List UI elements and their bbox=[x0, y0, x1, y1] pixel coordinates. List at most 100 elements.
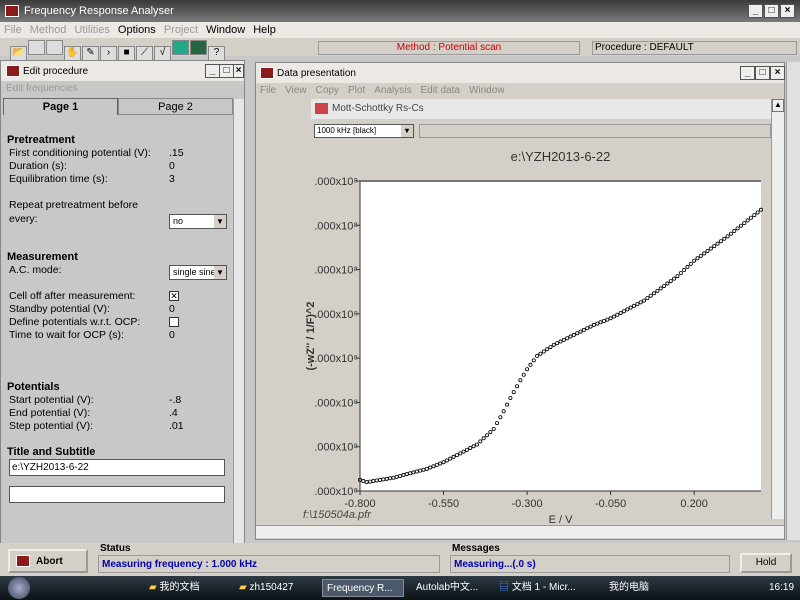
ocp-checkbox[interactable] bbox=[169, 317, 179, 327]
open-icon[interactable]: 📂 bbox=[10, 46, 27, 61]
tool-icon[interactable]: ⟋ bbox=[136, 46, 153, 61]
procedure-indicator: Procedure : DEFAULT bbox=[592, 41, 797, 55]
dp-menu-window[interactable]: Window bbox=[469, 85, 505, 96]
monitor-icon[interactable] bbox=[172, 40, 189, 55]
standby-value[interactable]: 0 bbox=[169, 303, 175, 315]
close-button[interactable]: × bbox=[780, 4, 795, 18]
maximize-button[interactable]: □ bbox=[764, 4, 779, 18]
step-potential-label: Step potential (V): bbox=[9, 420, 94, 432]
tab-page-1[interactable]: Page 1 bbox=[3, 98, 118, 115]
panel-minimize-button[interactable]: _ bbox=[205, 64, 220, 78]
data-presentation-window: Data presentation _ □ × File View Copy Plot… bbox=[255, 62, 785, 540]
dp-menu-copy[interactable]: Copy bbox=[316, 85, 339, 96]
wait-ocp-value[interactable]: 0 bbox=[169, 329, 175, 341]
panel-scrollbar[interactable] bbox=[233, 99, 244, 544]
monitor2-icon[interactable] bbox=[190, 40, 207, 55]
cell-off-checkbox[interactable]: ✕ bbox=[169, 291, 179, 301]
status-text: Measuring frequency : 1.000 kHz bbox=[98, 555, 440, 573]
first-potential-label: First conditioning potential (V): bbox=[9, 147, 151, 159]
hold-button[interactable]: Hold bbox=[740, 553, 792, 573]
taskbar: ▰ 我的文档 ▰ zh150427 Frequency R... Autolab… bbox=[0, 576, 800, 600]
start-potential-label: Start potential (V): bbox=[9, 394, 94, 406]
taskbar-label: zh150427 bbox=[249, 582, 294, 593]
minimize-button[interactable]: _ bbox=[748, 4, 763, 18]
potentials-heading: Potentials bbox=[7, 381, 60, 393]
title-input[interactable]: e:\YZH2013-6-22 bbox=[9, 459, 225, 476]
taskbar-item-active[interactable]: Frequency R... bbox=[322, 579, 404, 597]
cell-off-label: Cell off after measurement: bbox=[9, 290, 136, 302]
menu-utilities[interactable]: Utilities bbox=[74, 24, 109, 36]
taskbar-label: 我的文档 bbox=[159, 582, 200, 593]
taskbar-item[interactable]: ▰ 我的文档 bbox=[145, 579, 199, 597]
edit-procedure-panel: Edit procedure _ □ × Edit frequencies Pa… bbox=[0, 60, 245, 545]
dp-minimize-button[interactable]: _ bbox=[740, 66, 755, 80]
taskbar-item[interactable]: ▤ 文档 1 - Micr... bbox=[495, 579, 576, 597]
y-tick-label: .000x10⁸ bbox=[314, 486, 358, 498]
plot-area bbox=[360, 181, 761, 491]
duration-value[interactable]: 0 bbox=[169, 160, 175, 172]
word-icon: ▤ bbox=[499, 582, 509, 593]
dp-menu-view[interactable]: View bbox=[285, 85, 307, 96]
y-axis-label: (-wZ'' / 1/F)^2 bbox=[305, 301, 317, 370]
dropdown-arrow-icon: ▼ bbox=[214, 215, 226, 228]
equilibration-value[interactable]: 3 bbox=[169, 173, 175, 185]
menu-method[interactable]: Method bbox=[30, 24, 67, 36]
dp-menu-analysis[interactable]: Analysis bbox=[374, 85, 411, 96]
messages-label: Messages bbox=[452, 543, 500, 554]
app-title: Frequency Response Analyser bbox=[24, 5, 174, 17]
plot-icon[interactable]: √ bbox=[154, 46, 171, 61]
stop-icon[interactable]: ■ bbox=[118, 46, 135, 61]
abort-button[interactable]: Abort bbox=[8, 549, 88, 573]
dp-maximize-button[interactable]: □ bbox=[755, 66, 770, 80]
repeat-select[interactable]: no ▼ bbox=[169, 214, 227, 229]
app-toolbar: 📂 ✋ ✎ › ■ ⟋ √? Method : Potential scan Procedu… bbox=[0, 38, 800, 61]
menu-options[interactable]: Options bbox=[118, 24, 156, 36]
equilibration-label: Equilibration time (s): bbox=[9, 173, 108, 185]
folder-icon: ▰ bbox=[149, 582, 157, 593]
tab-page-2[interactable]: Page 2 bbox=[118, 98, 233, 115]
ac-mode-select[interactable]: single sine ▼ bbox=[169, 265, 227, 280]
y-tick-label: .000x10⁸ bbox=[314, 265, 358, 277]
panel-title: Edit procedure bbox=[23, 66, 89, 77]
dp-menu-edit-data[interactable]: Edit data bbox=[420, 85, 459, 96]
chart-title: e:\YZH2013-6-22 bbox=[511, 149, 611, 164]
menu-project[interactable]: Project bbox=[164, 24, 198, 36]
taskbar-item[interactable]: ▰ zh150427 bbox=[235, 579, 293, 597]
method-indicator: Method : Potential scan bbox=[318, 41, 580, 55]
save-icon[interactable] bbox=[28, 40, 45, 55]
start-button[interactable] bbox=[8, 577, 30, 599]
ac-mode-label: A.C. mode: bbox=[9, 264, 62, 276]
play-icon[interactable]: › bbox=[100, 46, 117, 61]
dp-scrollbar[interactable]: ▲ bbox=[771, 99, 784, 519]
save-as-icon[interactable] bbox=[46, 40, 63, 55]
panel-close-button[interactable]: × bbox=[233, 64, 244, 78]
end-potential-value[interactable]: .4 bbox=[169, 407, 178, 419]
dp-menubar: File View Copy Plot Analysis Edit data Window bbox=[260, 85, 514, 96]
first-potential-value[interactable]: .15 bbox=[169, 147, 184, 159]
panel-maximize-button[interactable]: □ bbox=[219, 64, 234, 78]
edit-icon[interactable]: ✎ bbox=[82, 46, 99, 61]
taskbar-item[interactable]: 我的电脑 bbox=[605, 579, 649, 597]
menu-file[interactable]: File bbox=[4, 24, 22, 36]
step-potential-value[interactable]: .01 bbox=[169, 420, 184, 432]
dp-menu-file[interactable]: File bbox=[260, 85, 276, 96]
edit-frequencies-menu[interactable]: Edit frequencies bbox=[6, 83, 78, 94]
window-icon bbox=[260, 67, 274, 79]
help-icon[interactable]: ? bbox=[208, 46, 225, 61]
start-potential-value[interactable]: -.8 bbox=[169, 394, 181, 406]
taskbar-item[interactable]: Autolab中文... bbox=[412, 579, 478, 597]
subtitle-input[interactable] bbox=[9, 486, 225, 503]
y-tick-label: .000x10⁸ bbox=[314, 442, 358, 454]
hand-icon[interactable]: ✋ bbox=[64, 46, 81, 61]
panel-icon bbox=[6, 65, 20, 77]
menu-window[interactable]: Window bbox=[206, 24, 245, 36]
scroll-up-icon[interactable]: ▲ bbox=[772, 99, 784, 112]
dp-close-button[interactable]: × bbox=[770, 66, 785, 80]
dp-hscrollbar[interactable] bbox=[256, 525, 784, 538]
frequency-select[interactable]: 1000 kHz [black] ▾ bbox=[314, 124, 414, 138]
dp-menu-plot[interactable]: Plot bbox=[348, 85, 365, 96]
menu-help[interactable]: Help bbox=[253, 24, 276, 36]
wait-ocp-label: Time to wait for OCP (s): bbox=[9, 329, 124, 341]
status-label: Status bbox=[100, 543, 131, 554]
app-titlebar: Frequency Response Analyser _ □ × bbox=[0, 0, 800, 22]
